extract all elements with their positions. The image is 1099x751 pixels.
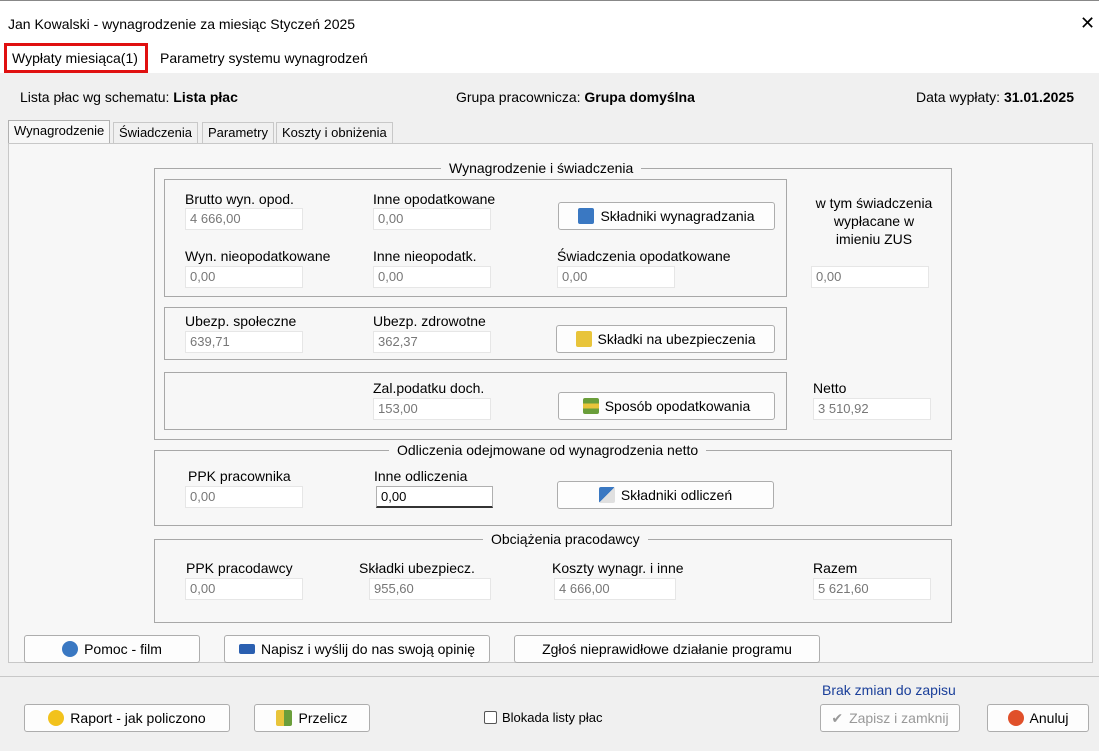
zus-label: w tym świadczenia wypłacane w imieniu ZU… xyxy=(815,195,933,247)
blokada-checkbox[interactable] xyxy=(484,711,497,724)
zapisz-button[interactable]: ✔ Zapisz i zamknij xyxy=(820,704,960,732)
date-label: Data wypłaty: 31.01.2025 xyxy=(916,89,1075,105)
sposob-opodatkowania-button[interactable]: Sposób opodatkowania xyxy=(558,392,775,420)
group-label: Grupa pracownicza: Grupa domyślna xyxy=(456,89,695,105)
ppk-prac-label: PPK pracownika xyxy=(188,468,291,484)
stack-icon xyxy=(582,398,599,414)
tab-wyplaty-miesiaca[interactable]: Wypłaty miesiąca(1) xyxy=(4,43,148,73)
skladniki-odliczen-button[interactable]: Składniki odliczeń xyxy=(557,481,774,509)
opinia-button[interactable]: Napisz i wyślij do nas swoją opinię xyxy=(224,635,490,663)
netto-field[interactable]: 3 510,92 xyxy=(813,398,931,420)
skl-ubezp-field[interactable]: 955,60 xyxy=(369,578,491,600)
sub-tabs: Wynagrodzenie Świadczenia Parametry Kosz… xyxy=(0,120,1099,144)
inne-opod-field[interactable]: 0,00 xyxy=(373,208,491,230)
koszty-label: Koszty wynagr. i inne xyxy=(552,560,684,576)
group-wynagrodzenie-title: Wynagrodzenie i świadczenia xyxy=(441,160,642,176)
pomoc-film-button[interactable]: Pomoc - film xyxy=(24,635,200,663)
przelicz-button[interactable]: Przelicz xyxy=(254,704,370,732)
inne-odl-label: Inne odliczenia xyxy=(374,468,468,484)
window-title: Jan Kowalski - wynagrodzenie za miesiąc … xyxy=(8,16,356,32)
ppk-pracod-label: PPK pracodawcy xyxy=(186,560,293,576)
close-icon[interactable]: ✕ xyxy=(1080,13,1095,34)
zal-label: Zal.podatku doch. xyxy=(373,380,485,396)
document-icon xyxy=(578,208,595,224)
info-icon xyxy=(62,641,79,657)
inne-opod-label: Inne opodatkowane xyxy=(373,191,496,207)
ppk-pracod-field[interactable]: 0,00 xyxy=(185,578,303,600)
ppk-prac-field[interactable]: 0,00 xyxy=(185,486,303,508)
skladki-ubezpieczenia-button[interactable]: Składki na ubezpieczenia xyxy=(556,325,775,353)
subtab-swiadczenia[interactable]: Świadczenia xyxy=(113,122,198,143)
calculator-icon xyxy=(276,710,293,726)
title-bar: Jan Kowalski - wynagrodzenie za miesiąc … xyxy=(0,1,1099,43)
subtab-parametry[interactable]: Parametry xyxy=(202,122,274,143)
brutto-label: Brutto wyn. opod. xyxy=(185,191,294,207)
lightbulb-icon xyxy=(48,710,65,726)
save-status: Brak zmian do zapisu xyxy=(822,682,956,698)
skl-ubezp-label: Składki ubezpiecz. xyxy=(359,560,475,576)
schema-label: Lista płac wg schematu: Lista płac xyxy=(20,89,238,105)
koszty-field[interactable]: 4 666,00 xyxy=(554,578,676,600)
brutto-field[interactable]: 4 666,00 xyxy=(185,208,303,230)
skladniki-wynagradzania-button[interactable]: Składniki wynagradzania xyxy=(558,202,775,230)
zal-field[interactable]: 153,00 xyxy=(373,398,491,420)
subtab-koszty[interactable]: Koszty i obniżenia xyxy=(276,122,393,143)
group-obciazenia-title: Obciążenia pracodawcy xyxy=(483,531,648,547)
footer-separator xyxy=(0,676,1099,677)
ubezp-spol-field[interactable]: 639,71 xyxy=(185,331,303,353)
tab-parametry-systemu[interactable]: Parametry systemu wynagrodzeń xyxy=(158,47,370,69)
inne-nieopod-label: Inne nieopodatk. xyxy=(373,248,477,264)
swiad-opod-label: Świadczenia opodatkowane xyxy=(557,248,731,264)
razem-label: Razem xyxy=(813,560,858,576)
send-icon xyxy=(239,644,255,654)
cancel-icon xyxy=(1007,710,1024,726)
inne-odliczenia-input[interactable]: 0,00 xyxy=(376,486,493,508)
subtab-wynagrodzenie[interactable]: Wynagrodzenie xyxy=(8,120,111,144)
anuluj-button[interactable]: Anuluj xyxy=(987,704,1089,732)
coin-icon xyxy=(575,331,592,347)
inne-nieopod-field[interactable]: 0,00 xyxy=(373,266,491,288)
group-odliczenia-title: Odliczenia odejmowane od wynagrodzenia n… xyxy=(389,442,707,458)
wyn-nieopod-label: Wyn. nieopodatkowane xyxy=(185,248,331,264)
top-tabs: Wypłaty miesiąca(1) Parametry systemu wy… xyxy=(0,43,1099,73)
zus-field[interactable]: 0,00 xyxy=(811,266,929,288)
payroll-window: Jan Kowalski - wynagrodzenie za miesiąc … xyxy=(0,0,1099,751)
check-icon: ✔ xyxy=(831,709,844,726)
wynagrodzenie-panel: Wynagrodzenie i świadczenia Brutto wyn. … xyxy=(8,143,1093,663)
swiad-opod-field[interactable]: 0,00 xyxy=(557,266,675,288)
raport-button[interactable]: Raport - jak policzono xyxy=(24,704,230,732)
payroll-header: Lista płac wg schematu: Lista płac Grupa… xyxy=(0,73,1099,121)
wyn-nieopod-field[interactable]: 0,00 xyxy=(185,266,303,288)
ubezp-zdr-field[interactable]: 362,37 xyxy=(373,331,491,353)
razem-field[interactable]: 5 621,60 xyxy=(813,578,931,600)
zglos-button[interactable]: Zgłoś nieprawidłowe działanie programu xyxy=(514,635,820,663)
ubezp-spol-label: Ubezp. społeczne xyxy=(185,313,297,329)
blokada-label: Blokada listy płac xyxy=(502,710,603,725)
ubezp-zdr-label: Ubezp. zdrowotne xyxy=(373,313,486,329)
eraser-icon xyxy=(598,487,615,503)
netto-label: Netto xyxy=(813,380,847,396)
